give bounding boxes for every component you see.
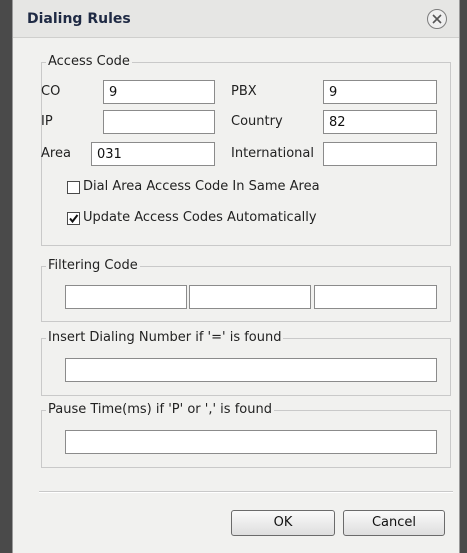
filtering-code-legend: Filtering Code <box>46 258 140 274</box>
area-label: Area <box>41 146 71 161</box>
pbx-input[interactable] <box>323 80 437 104</box>
update-auto-label: Update Access Codes Automatically <box>83 210 317 225</box>
dial-area-same-label: Dial Area Access Code In Same Area <box>83 179 320 194</box>
update-auto-checkbox[interactable] <box>67 212 80 225</box>
insert-dialing-legend: Insert Dialing Number if '=' is found <box>46 330 284 346</box>
check-icon <box>69 214 79 224</box>
pause-time-input[interactable] <box>65 430 437 454</box>
button-separator <box>39 491 453 493</box>
ip-input[interactable] <box>103 110 215 134</box>
international-label: International <box>231 146 314 161</box>
international-input[interactable] <box>323 142 437 166</box>
dialing-rules-dialog: Dialing Rules Access Code CO PBX IP Coun… <box>12 0 460 553</box>
ip-label: IP <box>41 114 53 129</box>
filtering-code-input-1[interactable] <box>65 285 187 309</box>
cancel-button[interactable]: Cancel <box>343 510 445 536</box>
country-input[interactable] <box>323 110 437 134</box>
filtering-code-input-3[interactable] <box>314 285 437 309</box>
country-label: Country <box>231 114 283 129</box>
dial-area-same-checkbox[interactable] <box>67 181 80 194</box>
title-bar: Dialing Rules <box>13 0 459 38</box>
filtering-code-input-2[interactable] <box>189 285 311 309</box>
pause-time-legend: Pause Time(ms) if 'P' or ',' is found <box>46 402 274 418</box>
close-button[interactable] <box>427 9 447 29</box>
co-input[interactable] <box>103 80 215 104</box>
co-label: CO <box>41 84 61 99</box>
ok-button[interactable]: OK <box>231 510 335 536</box>
area-input[interactable] <box>91 142 215 166</box>
pbx-label: PBX <box>231 84 257 99</box>
access-code-legend: Access Code <box>46 54 132 70</box>
dialog-title: Dialing Rules <box>27 11 131 27</box>
insert-dialing-input[interactable] <box>65 358 437 382</box>
close-icon <box>432 14 442 24</box>
